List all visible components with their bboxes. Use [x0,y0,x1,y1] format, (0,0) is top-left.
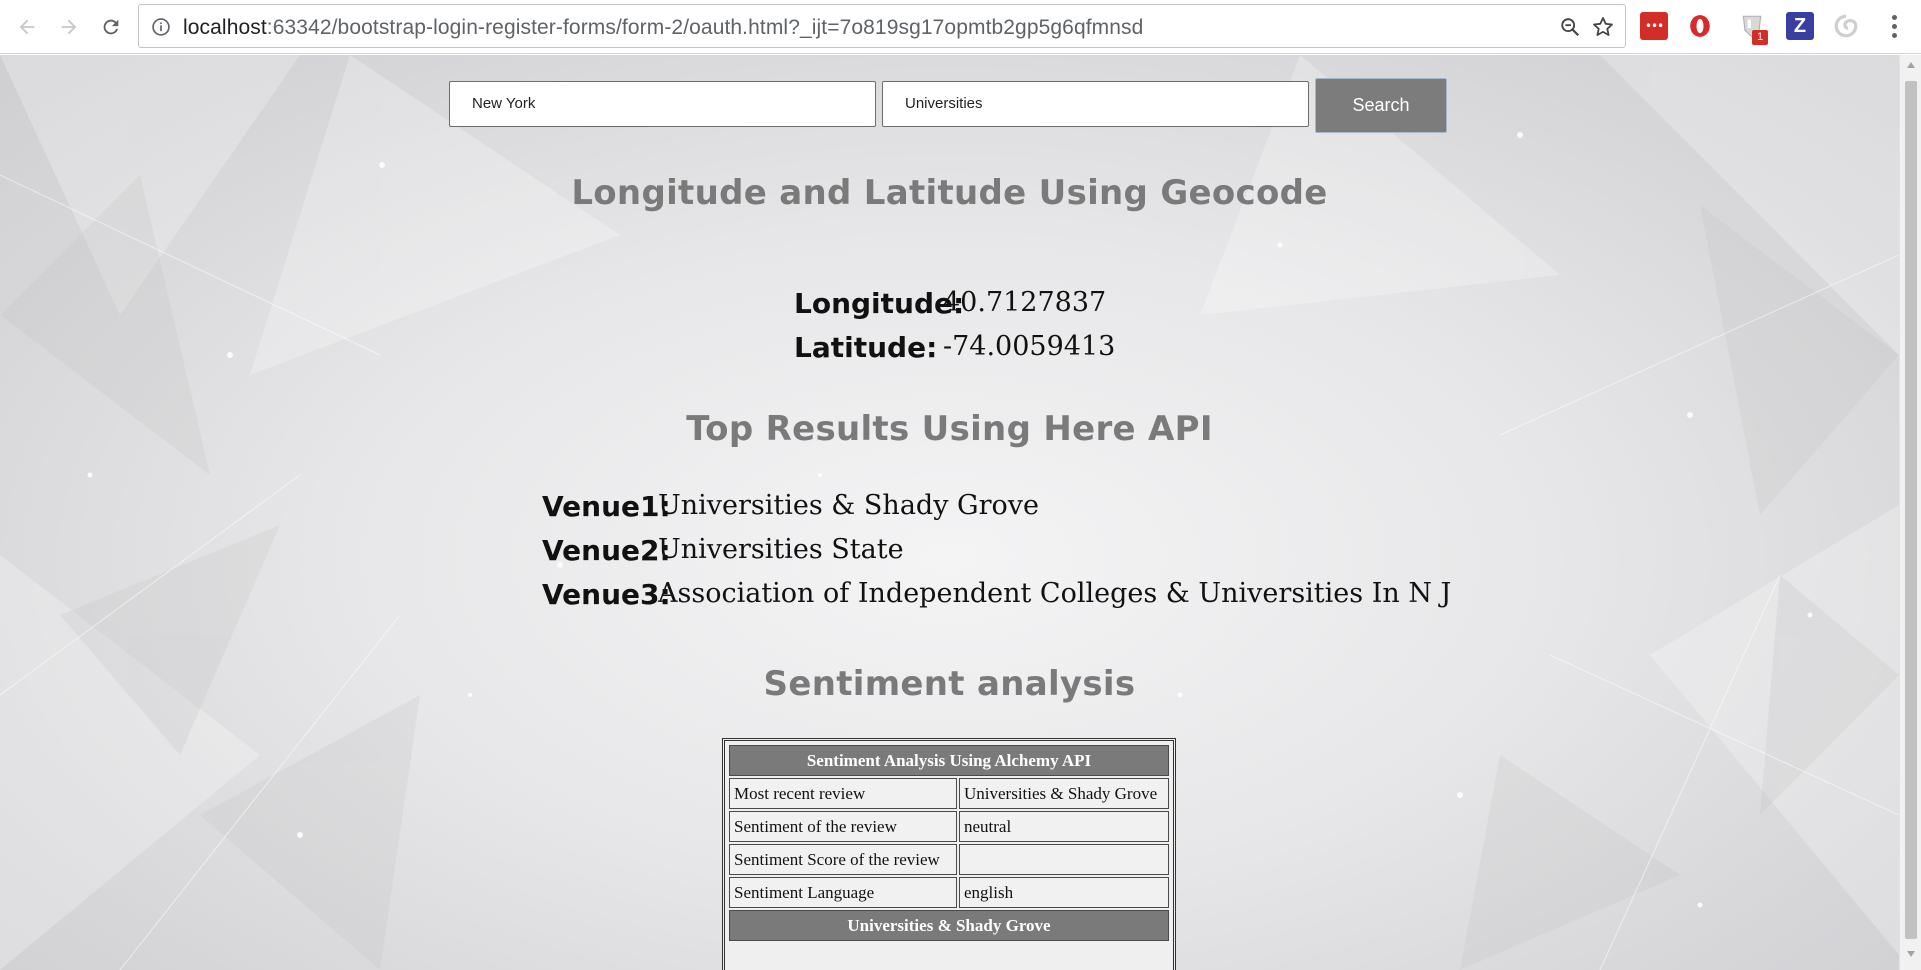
table-cell-value: english [959,877,1169,908]
lastpass-extension-icon[interactable]: ••• [1640,12,1668,40]
longitude-value: 40.7127837 [943,287,1107,318]
table-row: Sentiment Score of the review [729,844,1169,875]
scroll-down-arrow-icon[interactable] [1900,950,1921,964]
sentiment-table: Sentiment Analysis Using Alchemy API Mos… [722,738,1176,970]
table-cell-value: neutral [959,811,1169,842]
zoom-out-icon[interactable] [1559,16,1581,38]
arrow-left-icon [19,19,35,35]
browser-menu-button[interactable] [1880,12,1908,40]
venue-label: Venue1: [542,490,671,523]
swirl-extension-icon[interactable] [1832,12,1860,40]
table-cell-key: Most recent review [729,778,957,809]
venue-value: Universities State [658,534,904,565]
reload-icon [103,19,119,35]
swirl-icon [1834,14,1858,38]
table-cell-value: Universities & Shady Grove [959,778,1169,809]
info-icon[interactable] [151,17,171,37]
venue-value: Universities & Shady Grove [658,490,1039,521]
vertical-scrollbar[interactable] [1899,55,1921,970]
back-button[interactable] [10,10,44,44]
latitude-label: Latitude: [794,331,938,364]
table-footer-row: Universities & Shady Grove [729,910,1169,941]
table-row: Most recent review Universities & Shady … [729,778,1169,809]
sentiment-heading: Sentiment analysis [763,664,1136,704]
venue-label: Venue3: [542,578,671,611]
z-extension-icon[interactable]: Z [1786,12,1814,40]
table-cell-key: Sentiment Language [729,877,957,908]
table-cell-value [959,844,1169,875]
url-text[interactable]: localhost:63342/bootstrap-login-register… [183,16,1143,40]
longitude-label: Longitude: [794,287,965,320]
table-row: Sentiment Language english [729,877,1169,908]
browser-toolbar: localhost:63342/bootstrap-login-register… [0,0,1921,54]
table-cell-key: Sentiment Score of the review [729,844,957,875]
geocode-heading: Longitude and Latitude Using Geocode [571,173,1328,213]
table-footer: Universities & Shady Grove [729,910,1169,941]
table-header-row: Sentiment Analysis Using Alchemy API [729,745,1169,776]
forward-button[interactable] [52,10,86,44]
arrow-right-icon [61,19,77,35]
page-content: New York Universities Search Longitude a… [0,55,1899,970]
reload-button[interactable] [94,10,128,44]
table-row: Sentiment of the review neutral [729,811,1169,842]
table-cell-key: Sentiment of the review [729,811,957,842]
bookmark-star-icon[interactable] [1591,15,1615,39]
location-input[interactable]: New York [449,81,876,127]
top-results-heading: Top Results Using Here API [686,409,1213,449]
search-button[interactable]: Search [1315,78,1447,133]
table-title: Sentiment Analysis Using Alchemy API [729,745,1169,776]
opera-logo-icon [1690,15,1710,37]
venue-value: Association of Independent Colleges & Un… [658,578,1452,609]
venue-label: Venue2: [542,534,671,567]
latitude-value: -74.0059413 [943,331,1116,362]
query-input[interactable]: Universities [882,81,1309,127]
extension-badge: 1 [1752,30,1768,45]
opera-extension-icon[interactable] [1686,12,1714,40]
scroll-up-arrow-icon[interactable] [1900,61,1921,75]
address-bar[interactable]: localhost:63342/bootstrap-login-register… [138,4,1626,48]
scrollbar-thumb[interactable] [1905,81,1917,939]
